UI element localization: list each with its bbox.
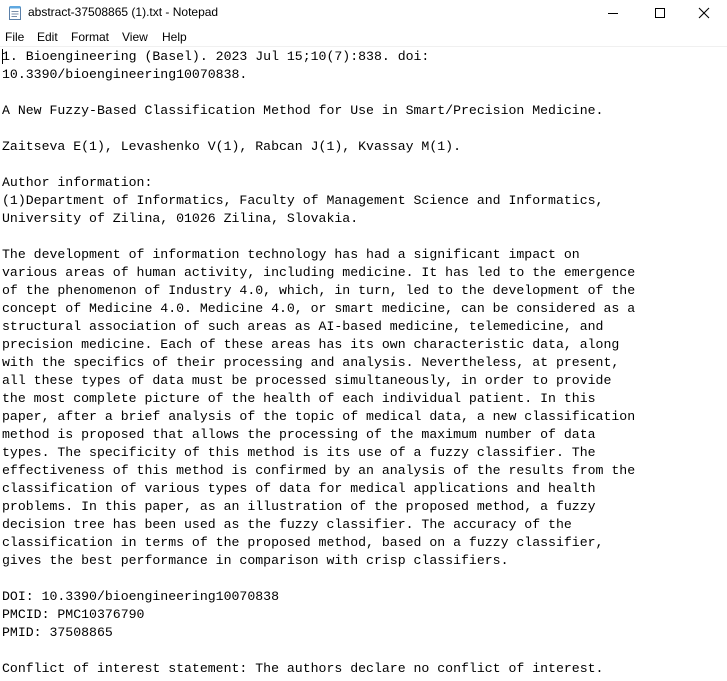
- text-line: structural association of such areas as …: [2, 319, 604, 334]
- menu-view[interactable]: View: [122, 30, 148, 44]
- notepad-icon: [9, 6, 21, 20]
- minimize-button[interactable]: [590, 0, 636, 25]
- text-line: precision medicine. Each of these areas …: [2, 337, 620, 352]
- maximize-icon: [655, 7, 665, 18]
- text-line: gives the best performance in comparison…: [2, 553, 509, 568]
- text-caret: [2, 49, 3, 64]
- text-line: various areas of human activity, includi…: [2, 265, 636, 280]
- text-line: effectiveness of this method is confirme…: [2, 463, 636, 478]
- text-line: DOI: 10.3390/bioengineering10070838: [2, 589, 279, 604]
- text-line: with the specifics of their processing a…: [2, 355, 620, 370]
- text-line: classification of various types of data …: [2, 481, 596, 496]
- text-line: 10.3390/bioengineering10070838.: [2, 67, 248, 82]
- text-line: Author information:: [2, 175, 153, 190]
- text-line: Zaitseva E(1), Levashenko V(1), Rabcan J…: [2, 139, 461, 154]
- menu-format[interactable]: Format: [71, 30, 109, 44]
- maximize-button[interactable]: [637, 0, 683, 25]
- title-bar[interactable]: abstract-37508865 (1).txt - Notepad: [0, 0, 727, 25]
- text-editor[interactable]: 1. Bioengineering (Basel). 2023 Jul 15;1…: [0, 47, 727, 681]
- text-line: concept of Medicine 4.0. Medicine 4.0, o…: [2, 301, 636, 316]
- close-icon: [698, 7, 710, 18]
- text-line: types. The specificity of this method is…: [2, 445, 596, 460]
- text-line: problems. In this paper, as an illustrat…: [2, 499, 596, 514]
- menu-bar: File Edit Format View Help: [0, 28, 727, 46]
- text-line: paper, after a brief analysis of the top…: [2, 409, 636, 424]
- text-line: The development of information technolog…: [2, 247, 580, 262]
- document-text[interactable]: 1. Bioengineering (Basel). 2023 Jul 15;1…: [2, 48, 635, 678]
- menu-file[interactable]: File: [5, 30, 24, 44]
- text-line: Conflict of interest statement: The auth…: [2, 661, 604, 676]
- text-line: 1. Bioengineering (Basel). 2023 Jul 15;1…: [2, 49, 430, 64]
- text-line: all these types of data must be processe…: [2, 373, 612, 388]
- close-button[interactable]: [681, 0, 727, 25]
- minimize-icon: [608, 12, 618, 14]
- menu-help[interactable]: Help: [162, 30, 187, 44]
- text-line: A New Fuzzy-Based Classification Method …: [2, 103, 604, 118]
- menu-edit[interactable]: Edit: [37, 30, 58, 44]
- text-line: method is proposed that allows the proce…: [2, 427, 596, 442]
- text-line: University of Zilina, 01026 Zilina, Slov…: [2, 211, 359, 226]
- text-line: the most complete picture of the health …: [2, 391, 596, 406]
- text-line: (1)Department of Informatics, Faculty of…: [2, 193, 604, 208]
- text-line: decision tree has been used as the fuzzy…: [2, 517, 572, 532]
- text-line: PMCID: PMC10376790: [2, 607, 145, 622]
- text-line: classification in terms of the proposed …: [2, 535, 604, 550]
- text-line: PMID: 37508865: [2, 625, 113, 640]
- text-line: of the phenomenon of Industry 4.0, which…: [2, 283, 636, 298]
- window-title: abstract-37508865 (1).txt - Notepad: [28, 5, 219, 19]
